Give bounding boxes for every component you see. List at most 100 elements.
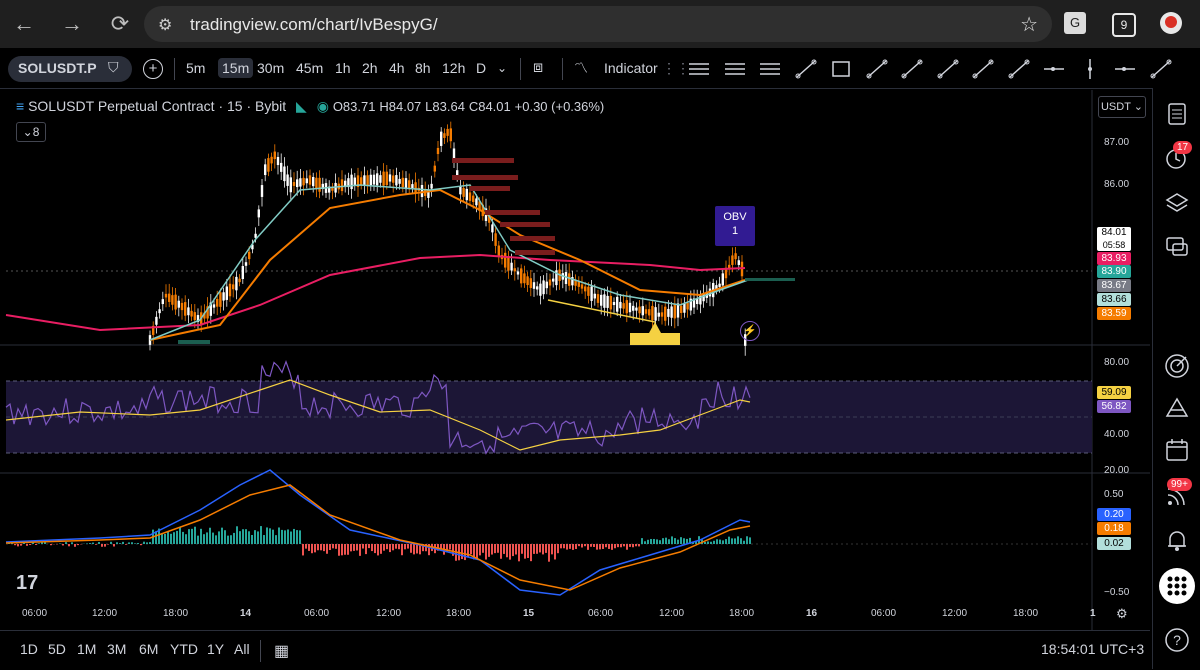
macd-histogram-bar [551, 544, 553, 554]
candle-body [238, 279, 240, 282]
back-icon[interactable]: ← [10, 10, 38, 38]
macd-histogram-bar [410, 544, 412, 553]
compare-add-icon[interactable]: + [143, 59, 163, 79]
macd-histogram-bar [629, 544, 631, 547]
macd-histogram-bar [50, 544, 52, 545]
rectangle-icon[interactable] [828, 56, 854, 82]
calendar-icon[interactable]: ▦ [274, 641, 289, 661]
parallel-channel-icon[interactable] [722, 56, 748, 82]
interval-15m[interactable]: 15m [218, 58, 253, 78]
chat-icon[interactable] [1161, 230, 1193, 262]
interval-dropdown-icon[interactable]: ⌄ [497, 58, 507, 78]
pitchfork-icon[interactable] [935, 56, 961, 82]
ideas-icon[interactable] [1161, 392, 1193, 424]
extended-line-icon[interactable] [1112, 56, 1138, 82]
interval-D[interactable]: D [476, 58, 486, 78]
bookmark-star-icon[interactable]: ☆ [1020, 12, 1038, 37]
interval-4h[interactable]: 4h [389, 58, 405, 78]
brush-icon[interactable] [1148, 56, 1174, 82]
candle-body [421, 185, 423, 197]
macd-histogram-bar [167, 531, 169, 544]
clock[interactable]: 18:54:01 UTC+3 [1041, 641, 1144, 657]
macd-histogram-bar [329, 544, 331, 550]
bell-icon[interactable] [1161, 524, 1193, 556]
arrow-icon[interactable] [899, 56, 925, 82]
macd-histogram-bar [371, 544, 373, 551]
vertical-line-icon[interactable] [1077, 56, 1103, 82]
range-ytd[interactable]: YTD [170, 641, 198, 657]
indicators-icon[interactable]: 〽 [574, 58, 588, 78]
help-icon[interactable]: ? [1161, 624, 1193, 656]
macd-histogram-bar [656, 539, 658, 544]
macd-histogram-bar [188, 529, 190, 544]
range-6m[interactable]: 6M [139, 641, 158, 657]
range-1y[interactable]: 1Y [207, 641, 224, 657]
target-icon[interactable] [1161, 350, 1193, 382]
candle-body [405, 178, 407, 189]
macd-histogram-bar [527, 544, 529, 558]
toolbar-divider [174, 58, 175, 80]
path-icon[interactable] [1006, 56, 1032, 82]
drag-handle-icon[interactable]: ⋮⋮ [662, 58, 690, 78]
candle-body [466, 189, 468, 200]
range-5d[interactable]: 5D [48, 641, 66, 657]
chart-canvas[interactable] [0, 90, 1150, 630]
settings-icon[interactable]: ⚙ [1116, 606, 1128, 622]
lightning-icon[interactable]: ⚡ [740, 321, 760, 341]
currency-selector[interactable]: USDT ⌄ [1098, 96, 1146, 118]
translate-icon[interactable]: G [1064, 12, 1086, 34]
interval-30m[interactable]: 30m [257, 58, 284, 78]
candle-body [181, 303, 183, 310]
macd-histogram-bar [293, 529, 295, 544]
reload-icon[interactable]: ⟳ [106, 10, 134, 38]
interval-5m[interactable]: 5m [186, 58, 205, 78]
profile-avatar[interactable] [1160, 12, 1182, 34]
layers-icon[interactable] [1161, 186, 1193, 218]
candle-body [274, 152, 276, 160]
interval-2h[interactable]: 2h [362, 58, 378, 78]
trend-line-icon[interactable] [793, 56, 819, 82]
symbol-flag-icon[interactable]: ⛉ [108, 59, 119, 76]
candle-body [165, 294, 167, 298]
tradingview-logo[interactable]: 17 [16, 572, 38, 595]
legend-title[interactable]: SOLUSDT Perpetual Contract · 15 · Bybit [28, 98, 286, 114]
symbol-search[interactable]: SOLUSDT.P ⛉ [8, 56, 132, 82]
range-3m[interactable]: 3M [107, 641, 126, 657]
fib-channel-icon[interactable] [757, 56, 783, 82]
macd-histogram-bar [548, 544, 550, 562]
shapes-icon[interactable] [970, 56, 996, 82]
apps-grid-icon[interactable] [1159, 568, 1195, 604]
watchlist-icon[interactable] [1161, 98, 1193, 130]
macd-histogram-bar [596, 544, 598, 550]
macd-histogram-bar [647, 540, 649, 544]
interval-45m[interactable]: 45m [296, 58, 323, 78]
address-bar[interactable]: ⚙ tradingview.com/chart/IvBespyG/ ☆ [144, 6, 1052, 42]
indicators-button[interactable]: Indicator [604, 58, 658, 78]
site-settings-icon[interactable]: ⚙ [158, 15, 172, 35]
macd-histogram-bar [680, 537, 682, 544]
url-text[interactable]: tradingview.com/chart/IvBespyG/ [190, 15, 438, 35]
macd-histogram-bar [122, 542, 124, 544]
ray-icon[interactable] [864, 56, 890, 82]
candle-type-icon[interactable]: ⧈ [533, 58, 543, 78]
macd-histogram-bar [605, 544, 607, 547]
interval-8h[interactable]: 8h [415, 58, 431, 78]
toolbar-divider [562, 58, 563, 80]
interval-1h[interactable]: 1h [335, 58, 351, 78]
support-zone [745, 278, 795, 281]
candle-body [379, 175, 381, 183]
chart-pane[interactable]: ≡ SOLUSDT Perpetual Contract · 15 · Bybi… [0, 90, 1150, 630]
forward-icon[interactable]: → [58, 10, 86, 38]
macd-histogram-bar [404, 544, 406, 549]
range-all[interactable]: All [234, 641, 250, 657]
horizontal-ray-icon[interactable] [1041, 56, 1067, 82]
range-1m[interactable]: 1M [77, 641, 96, 657]
candle-body [642, 306, 644, 315]
interval-12h[interactable]: 12h [442, 58, 465, 78]
range-1d[interactable]: 1D [20, 641, 38, 657]
price_axis-price-tag: 83.90 [1097, 265, 1131, 278]
calendar-icon[interactable] [1161, 434, 1193, 466]
indicators-collapse-button[interactable]: ⌄8 [16, 122, 46, 142]
obv-signal-label[interactable]: OBV 1 [715, 206, 755, 246]
tab-count[interactable]: 9 [1112, 13, 1136, 37]
